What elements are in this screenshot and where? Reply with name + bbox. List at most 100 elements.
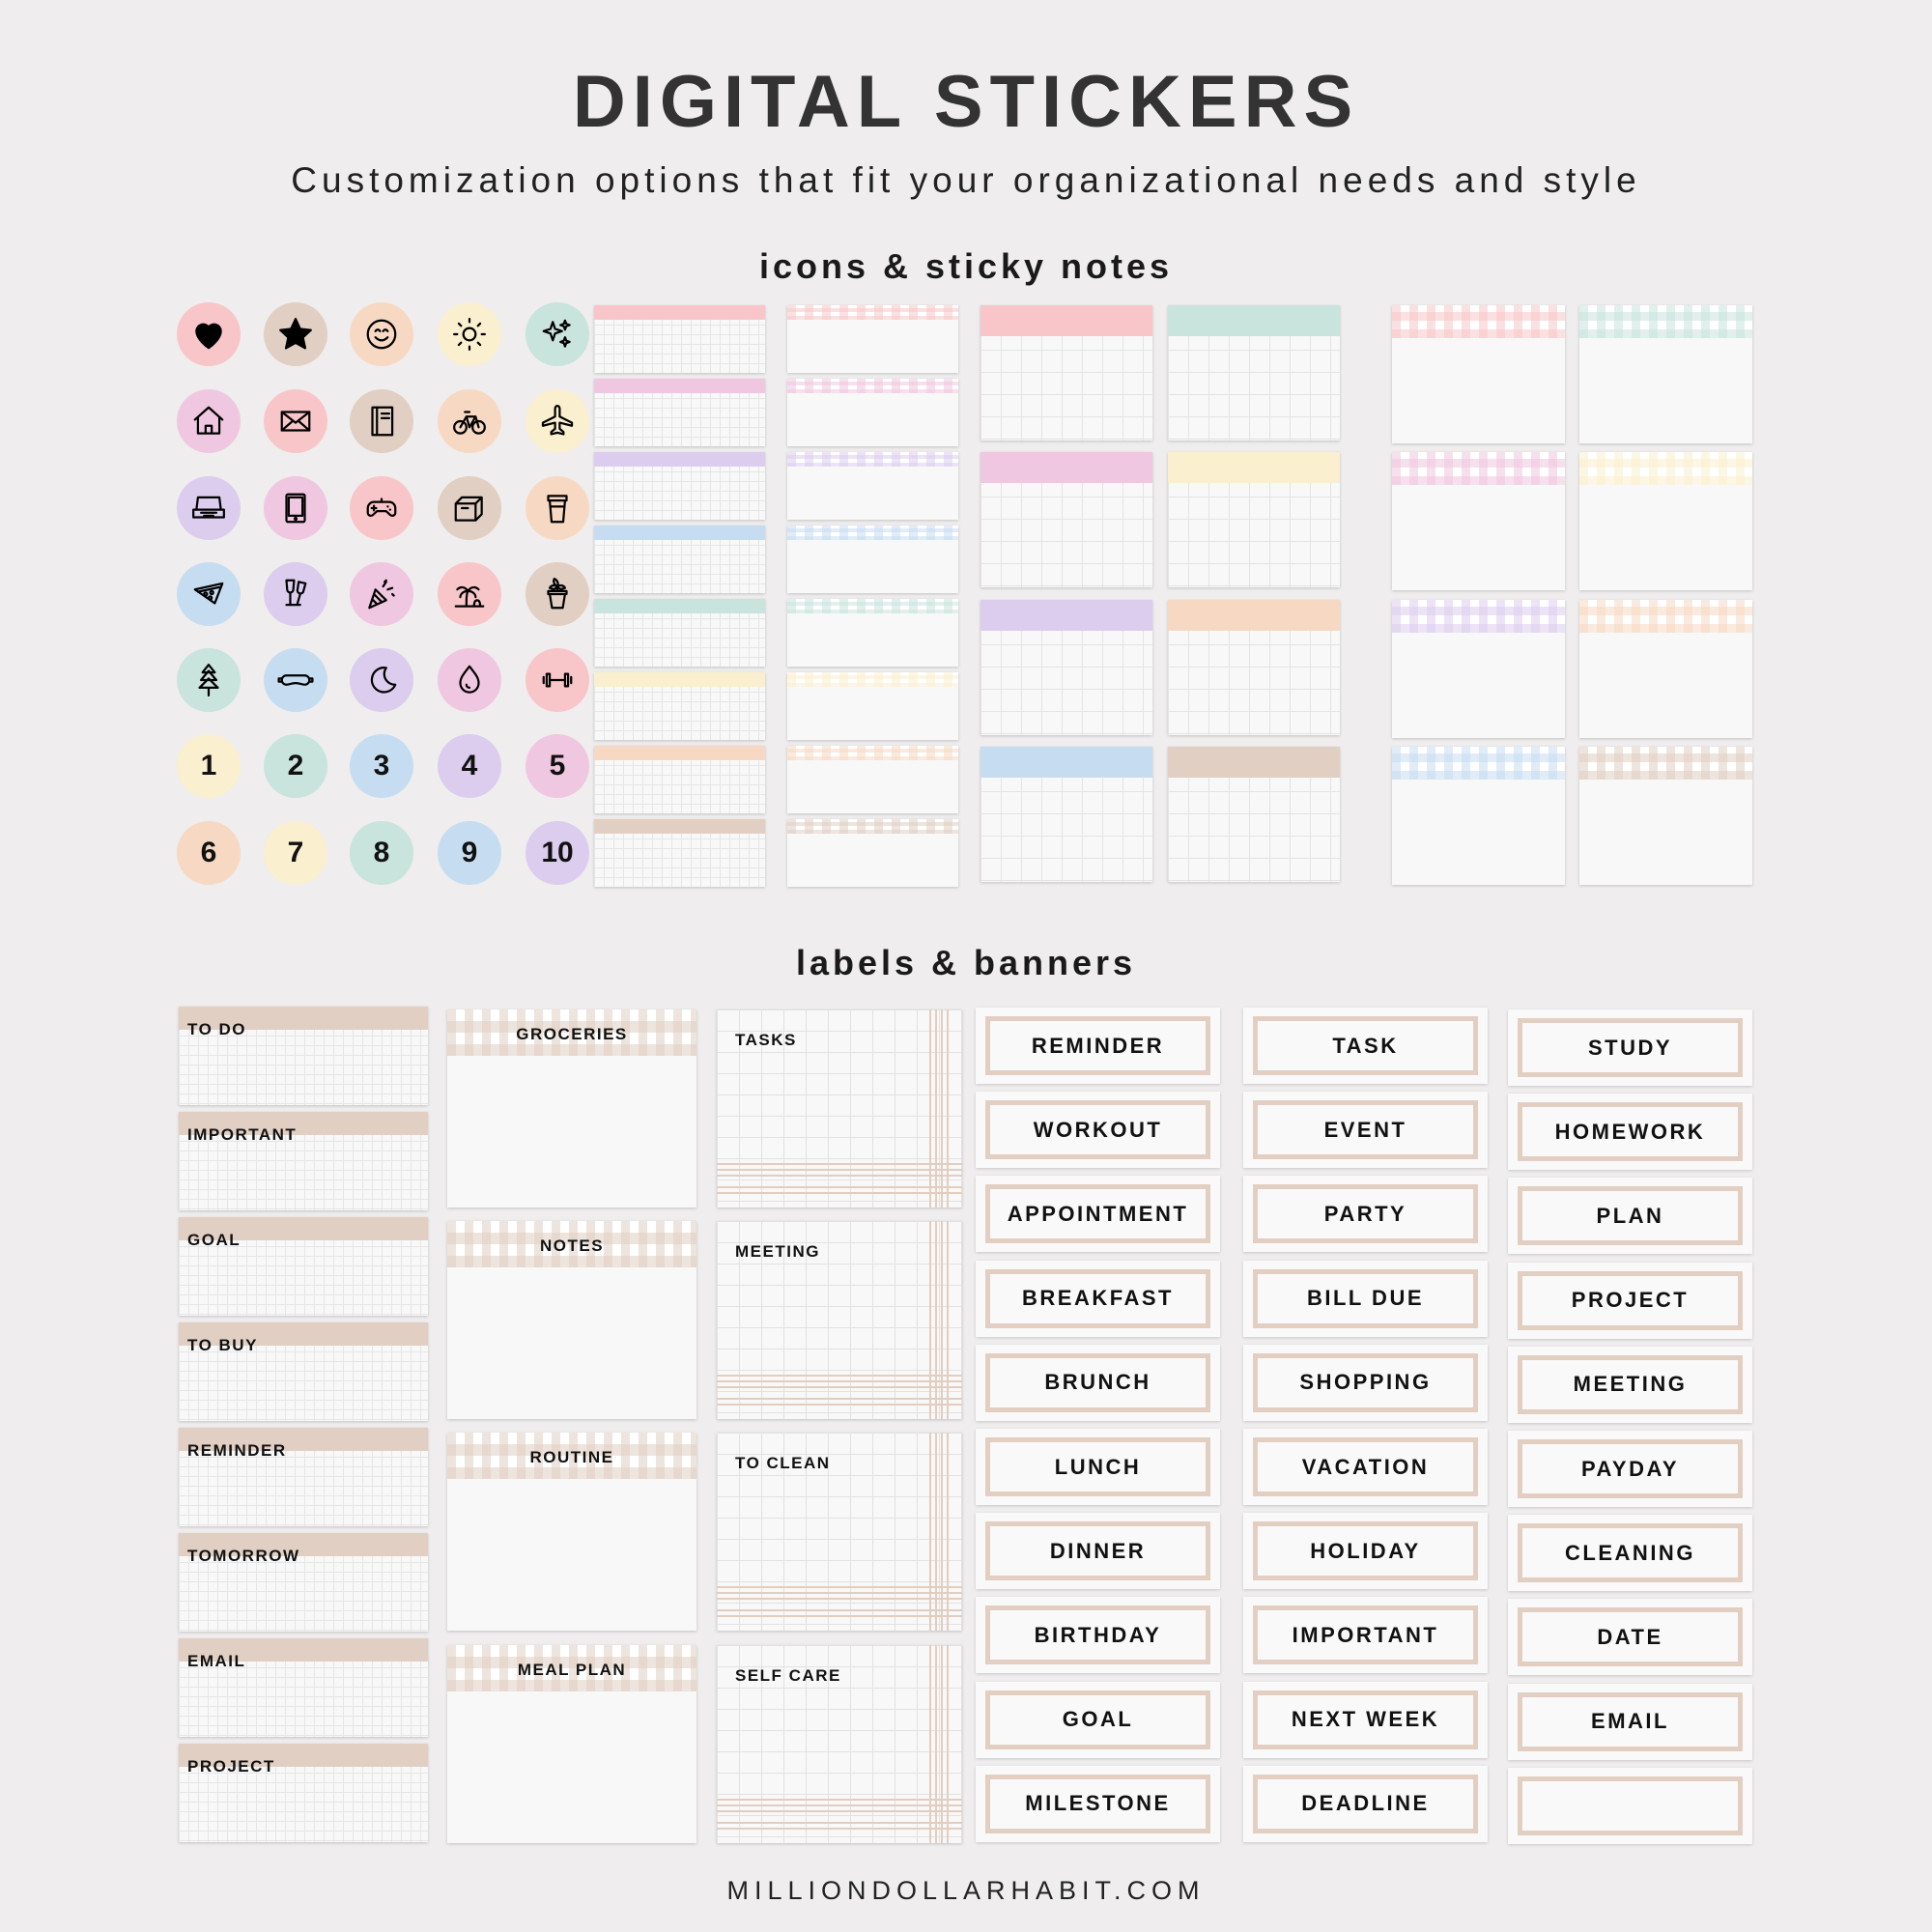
banner-sticker[interactable]: STUDY: [1508, 1009, 1752, 1086]
banner-sticker[interactable]: DINNER: [976, 1513, 1220, 1590]
medium-gingham-sticky-note[interactable]: [1392, 600, 1565, 738]
gingham-label-sticker[interactable]: NOTES: [447, 1221, 696, 1419]
medium-grid-sticky-note[interactable]: [980, 747, 1152, 882]
banner-sticker[interactable]: PROJECT: [1508, 1262, 1752, 1339]
small-gingham-sticky-note[interactable]: [787, 746, 958, 813]
icon-sticker-star[interactable]: [264, 302, 327, 366]
icon-sticker-sun[interactable]: [438, 302, 501, 366]
medium-grid-sticky-note[interactable]: [1168, 747, 1340, 882]
number-sticker[interactable]: 4: [438, 734, 501, 798]
banner-sticker[interactable]: APPOINTMENT: [976, 1176, 1220, 1253]
icon-sticker-dumbbell[interactable]: [526, 648, 589, 712]
medium-gingham-sticky-note[interactable]: [1579, 600, 1752, 738]
icon-sticker-gamepad[interactable]: [350, 476, 413, 540]
medium-gingham-sticky-note[interactable]: [1392, 452, 1565, 590]
banner-sticker[interactable]: BRUNCH: [976, 1344, 1220, 1421]
icon-sticker-smile[interactable]: [350, 302, 413, 366]
icon-sticker-palm-tree[interactable]: [438, 562, 501, 626]
number-sticker[interactable]: 1: [177, 734, 241, 798]
header-label-sticker[interactable]: TO BUY: [179, 1322, 428, 1421]
banner-sticker[interactable]: MILESTONE: [976, 1765, 1220, 1842]
icon-sticker-mail[interactable]: [264, 389, 327, 453]
small-gingham-sticky-note[interactable]: [787, 819, 958, 887]
header-label-sticker[interactable]: PROJECT: [179, 1744, 428, 1842]
number-sticker[interactable]: 2: [264, 734, 327, 798]
icon-sticker-box[interactable]: [438, 476, 501, 540]
gingham-label-sticker[interactable]: GROCERIES: [447, 1009, 696, 1208]
banner-sticker[interactable]: EMAIL: [1508, 1683, 1752, 1760]
banner-sticker[interactable]: BREAKFAST: [976, 1260, 1220, 1337]
number-sticker[interactable]: 7: [264, 821, 327, 885]
icon-sticker-heart[interactable]: [177, 302, 241, 366]
banner-sticker[interactable]: GOAL: [976, 1681, 1220, 1758]
icon-sticker-droplet[interactable]: [438, 648, 501, 712]
icon-sticker-party-popper[interactable]: [350, 562, 413, 626]
plaid-label-sticker[interactable]: MEETING: [717, 1221, 962, 1419]
medium-grid-sticky-note[interactable]: [1168, 600, 1340, 735]
header-label-sticker[interactable]: REMINDER: [179, 1428, 428, 1526]
medium-grid-sticky-note[interactable]: [1168, 452, 1340, 587]
medium-gingham-sticky-note[interactable]: [1392, 305, 1565, 443]
banner-sticker[interactable]: PARTY: [1243, 1176, 1488, 1253]
gingham-label-sticker[interactable]: ROUTINE: [447, 1433, 696, 1631]
medium-gingham-sticky-note[interactable]: [1579, 747, 1752, 885]
small-grid-sticky-note[interactable]: [594, 452, 765, 520]
header-label-sticker[interactable]: IMPORTANT: [179, 1112, 428, 1210]
small-gingham-sticky-note[interactable]: [787, 379, 958, 446]
banner-sticker[interactable]: WORKOUT: [976, 1092, 1220, 1169]
banner-sticker[interactable]: DATE: [1508, 1599, 1752, 1676]
number-sticker[interactable]: 8: [350, 821, 413, 885]
icon-sticker-bicycle[interactable]: [438, 389, 501, 453]
small-gingham-sticky-note[interactable]: [787, 452, 958, 520]
small-grid-sticky-note[interactable]: [594, 672, 765, 740]
medium-grid-sticky-note[interactable]: [980, 600, 1152, 735]
small-gingham-sticky-note[interactable]: [787, 526, 958, 593]
header-label-sticker[interactable]: TO DO: [179, 1007, 428, 1105]
banner-sticker[interactable]: CLEANING: [1508, 1515, 1752, 1592]
icon-sticker-sleep-mask[interactable]: [264, 648, 327, 712]
small-grid-sticky-note[interactable]: [594, 305, 765, 373]
banner-sticker[interactable]: NEXT WEEK: [1243, 1681, 1488, 1758]
banner-sticker[interactable]: REMINDER: [976, 1008, 1220, 1084]
number-sticker[interactable]: 9: [438, 821, 501, 885]
small-gingham-sticky-note[interactable]: [787, 305, 958, 373]
number-sticker[interactable]: 5: [526, 734, 589, 798]
banner-sticker[interactable]: VACATION: [1243, 1429, 1488, 1505]
small-grid-sticky-note[interactable]: [594, 379, 765, 446]
banner-sticker[interactable]: PLAN: [1508, 1178, 1752, 1255]
header-label-sticker[interactable]: TOMORROW: [179, 1533, 428, 1632]
banner-sticker[interactable]: MEETING: [1508, 1346, 1752, 1423]
small-grid-sticky-note[interactable]: [594, 819, 765, 887]
plaid-label-sticker[interactable]: TASKS: [717, 1009, 962, 1208]
small-gingham-sticky-note[interactable]: [787, 599, 958, 667]
medium-gingham-sticky-note[interactable]: [1579, 305, 1752, 443]
icon-sticker-sparkles[interactable]: [526, 302, 589, 366]
small-gingham-sticky-note[interactable]: [787, 672, 958, 740]
icon-sticker-notebook[interactable]: [350, 389, 413, 453]
banner-sticker[interactable]: HOLIDAY: [1243, 1513, 1488, 1590]
banner-sticker[interactable]: IMPORTANT: [1243, 1597, 1488, 1674]
banner-sticker[interactable]: EVENT: [1243, 1092, 1488, 1169]
banner-sticker[interactable]: SHOPPING: [1243, 1344, 1488, 1421]
banner-sticker[interactable]: BILL DUE: [1243, 1260, 1488, 1337]
banner-sticker[interactable]: BIRTHDAY: [976, 1597, 1220, 1674]
banner-sticker[interactable]: PAYDAY: [1508, 1431, 1752, 1507]
number-sticker[interactable]: 6: [177, 821, 241, 885]
icon-sticker-plant[interactable]: [526, 562, 589, 626]
icon-sticker-moon[interactable]: [350, 648, 413, 712]
plaid-label-sticker[interactable]: SELF CARE: [717, 1645, 962, 1843]
header-label-sticker[interactable]: EMAIL: [179, 1638, 428, 1737]
icon-sticker-home[interactable]: [177, 389, 241, 453]
small-grid-sticky-note[interactable]: [594, 526, 765, 593]
banner-sticker[interactable]: TASK: [1243, 1008, 1488, 1084]
medium-grid-sticky-note[interactable]: [1168, 305, 1340, 440]
medium-gingham-sticky-note[interactable]: [1392, 747, 1565, 885]
medium-gingham-sticky-note[interactable]: [1579, 452, 1752, 590]
icon-sticker-tablet[interactable]: [264, 476, 327, 540]
banner-sticker[interactable]: HOMEWORK: [1508, 1094, 1752, 1171]
medium-grid-sticky-note[interactable]: [980, 305, 1152, 440]
icon-sticker-coffee-cup[interactable]: [526, 476, 589, 540]
header-label-sticker[interactable]: GOAL: [179, 1217, 428, 1316]
icon-sticker-champagne[interactable]: [264, 562, 327, 626]
banner-sticker[interactable]: LUNCH: [976, 1429, 1220, 1505]
